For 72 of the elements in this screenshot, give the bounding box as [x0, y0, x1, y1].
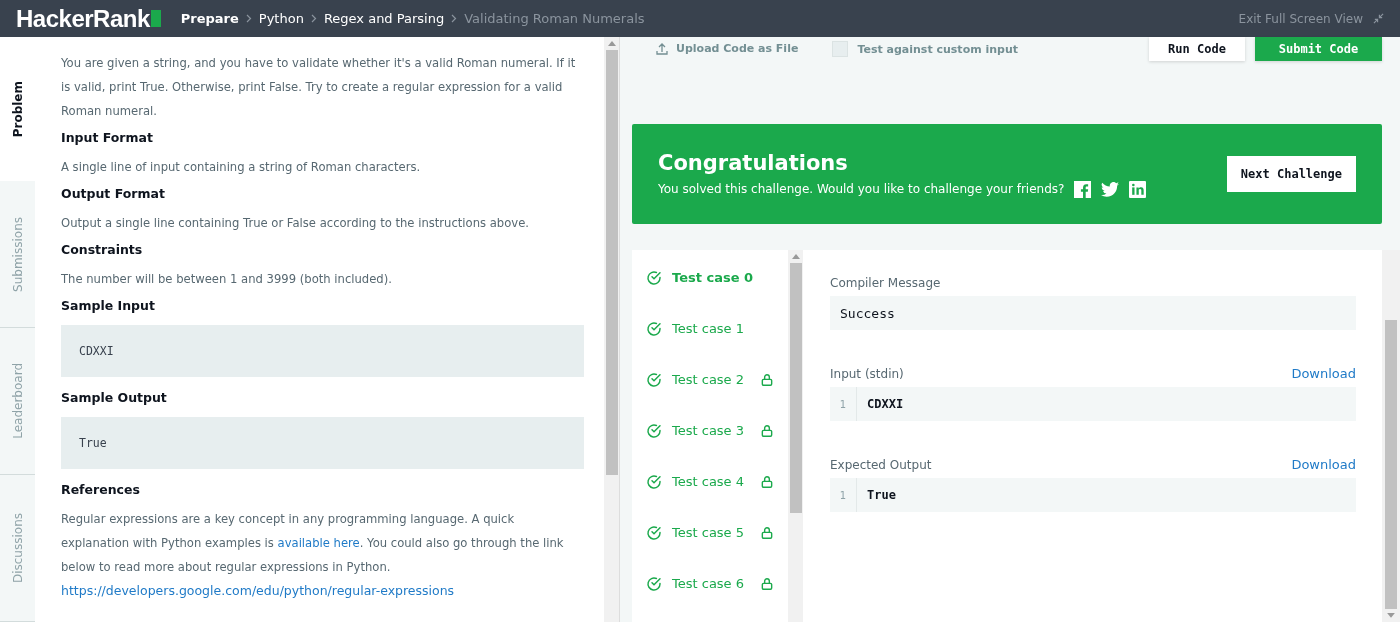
download-link[interactable]: Download [1291, 366, 1356, 381]
section-heading: References [61, 481, 141, 499]
sample-code-block: True [61, 417, 584, 469]
lock-icon [760, 423, 774, 438]
section-heading: Output Format [61, 185, 166, 203]
line-number: 1 [830, 478, 857, 512]
problem-text: Regular expressions are a key concept in any programming language. A quick explanation with Python examples is available here. You could also go through the link below to read more about regular expressions in Python. [61, 511, 565, 576]
scrollbar-thumb[interactable] [605, 50, 618, 475]
check-circle-icon [646, 320, 662, 337]
banner-message: You solved this challenge. Would you like to challenge your friends? [658, 182, 1065, 196]
field-label: Input (stdin) [830, 367, 904, 381]
lock-icon [760, 525, 774, 540]
reference-url-link[interactable]: https://developers.google.com/edu/python/regular-expressions [61, 583, 584, 598]
lock-icon [760, 372, 774, 387]
field-label: Compiler Message [830, 276, 941, 290]
lock-icon [760, 576, 774, 591]
problem-text: The number will be between 1 and 3999 (both included). [61, 271, 393, 288]
test-case-item[interactable]: Test case 3 [632, 405, 788, 456]
problem-text: You are given a string, and you have to validate whether it's a valid Roman numeral. If it is valid, print True. Otherwise, print False. Try to create a regular expression for a valid Roman numeral. [61, 55, 577, 120]
check-circle-icon [646, 371, 662, 388]
chevron-icon [451, 14, 458, 23]
custom-input-checkbox[interactable] [832, 41, 849, 57]
section-heading: Input Format [61, 129, 154, 147]
scroll-up-icon[interactable] [791, 254, 800, 259]
facebook-icon[interactable] [1074, 180, 1092, 198]
check-circle-icon [646, 575, 662, 592]
test-case-item[interactable]: Test case 1 [632, 303, 788, 354]
next-challenge-button[interactable]: Next Challenge [1226, 156, 1356, 192]
test-case-item[interactable]: Test case 6 [632, 558, 788, 609]
line-number: 1 [830, 387, 857, 421]
linkedin-icon[interactable] [1129, 180, 1147, 198]
collapse-icon[interactable] [1373, 13, 1384, 24]
chevron-icon [245, 14, 252, 23]
check-circle-icon [646, 473, 662, 490]
download-link[interactable]: Download [1291, 457, 1356, 472]
problem-text: Output a single line containing True or False according to the instructions above. [61, 215, 530, 232]
breadcrumb-link[interactable]: Prepare [180, 11, 239, 26]
scroll-up-icon[interactable] [607, 41, 616, 46]
code-line: True [866, 488, 896, 502]
check-circle-icon [646, 422, 662, 439]
compiler-message: Success [830, 296, 1356, 330]
reference-link[interactable]: available here [277, 536, 360, 550]
test-case-item[interactable]: Test case 5 [632, 507, 788, 558]
scrollbar-thumb[interactable] [789, 263, 802, 513]
section-heading: Sample Output [61, 389, 168, 407]
breadcrumb-link[interactable]: Regex and Parsing [323, 11, 445, 26]
section-heading: Sample Input [61, 297, 156, 315]
chevron-icon [310, 14, 317, 23]
section-heading: Constraints [61, 241, 144, 259]
lock-icon [760, 474, 774, 489]
twitter-icon[interactable] [1101, 181, 1120, 197]
scrollbar-thumb[interactable] [1385, 320, 1397, 610]
upload-icon [656, 42, 668, 55]
exit-fullscreen-link[interactable]: Exit Full Screen View [1238, 11, 1363, 26]
problem-text: A single line of input containing a string of Roman characters. [61, 159, 422, 176]
banner-title: Congratulations [658, 150, 849, 175]
custom-input-label: Test against custom input [857, 42, 1019, 56]
submit-button[interactable]: Submit Code [1255, 37, 1382, 61]
check-circle-icon [646, 524, 662, 541]
run-button[interactable]: Run Code [1149, 37, 1245, 61]
test-case-item[interactable]: Test case 0 [632, 252, 788, 303]
sidebar-tab[interactable]: Problem [0, 37, 35, 182]
test-case-item[interactable]: Test case 2 [632, 354, 788, 405]
scroll-down-icon[interactable] [1387, 613, 1395, 618]
check-circle-icon [646, 269, 662, 286]
upload-code-button[interactable]: Upload Code as File [656, 42, 799, 55]
breadcrumb-link[interactable]: Python [258, 11, 304, 26]
code-line: CDXXI [866, 397, 904, 411]
sample-code-block: CDXXI [61, 325, 584, 377]
field-label: Expected Output [830, 458, 932, 472]
test-case-item[interactable]: Test case 4 [632, 456, 788, 507]
logo[interactable]: HackerRank [16, 4, 161, 33]
